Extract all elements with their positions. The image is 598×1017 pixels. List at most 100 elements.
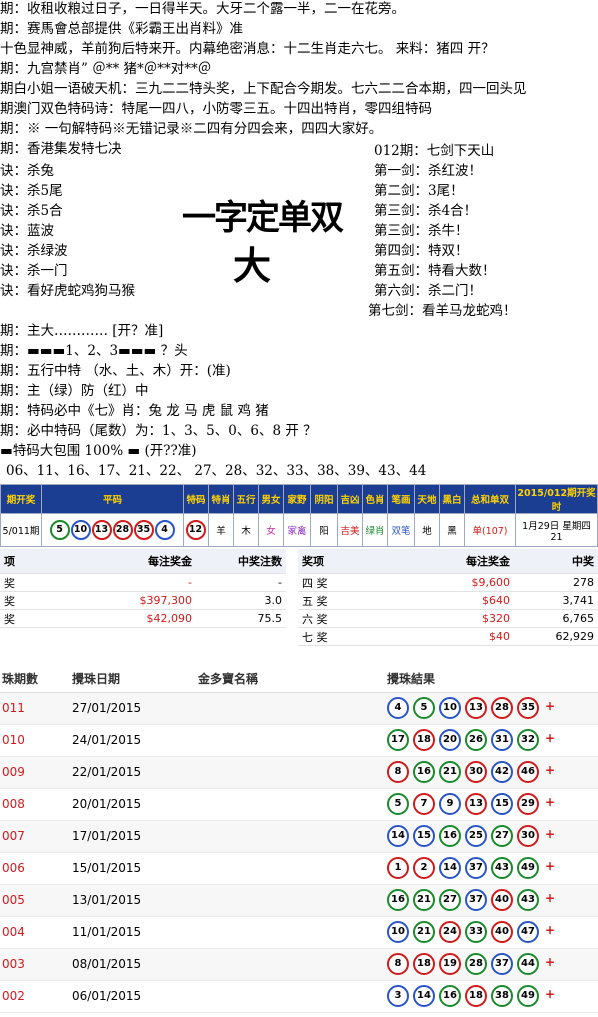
draw-ball: 10	[70, 520, 91, 540]
history-period[interactable]: 008	[2, 789, 25, 820]
th-tema: 特码	[183, 484, 209, 514]
plus-sign: +	[545, 891, 556, 905]
history-ball: 28	[465, 953, 487, 975]
history-header: 珠期數 攪珠日期 金多寶名稱 攪珠結果	[0, 666, 598, 693]
draw-val-jiaye: 家禽	[283, 513, 311, 547]
history-period[interactable]: 009	[2, 757, 25, 788]
history-ball: 43	[517, 889, 539, 911]
history-period[interactable]: 005	[2, 885, 25, 916]
special-ball: 12	[185, 520, 206, 540]
history-period[interactable]: 004	[2, 917, 25, 948]
history-period[interactable]: 002	[2, 981, 25, 1012]
prize-right-count: 3,741	[514, 591, 598, 610]
text-line-1: 期：收租收粮过日子，一日得半天。大牙二个露一半，二一在花旁。	[0, 1, 405, 17]
history-h-period: 珠期數	[2, 672, 39, 686]
history-ball: 32	[517, 729, 539, 751]
history-date: 11/01/2015	[72, 925, 142, 939]
history-period[interactable]: 010	[2, 725, 25, 756]
text-line-2: 期：赛馬會总部提供《彩霸王出肖料》准	[0, 21, 243, 37]
history-row: 006 15/01/2015 1 2 14 37 43 49 +	[0, 853, 598, 885]
history-ball: 26	[465, 729, 487, 751]
history-ball: 42	[491, 761, 513, 783]
prize-left-amount: $397,300	[78, 591, 196, 610]
draw-period: 5/011期	[0, 513, 42, 547]
history-ball: 49	[517, 857, 539, 879]
draw-ball: 4	[154, 520, 175, 540]
history-ball: 24	[439, 921, 461, 943]
prize-left-name: 奖	[0, 591, 78, 610]
jue-6: 诀：杀一门	[0, 263, 68, 279]
history-ball: 25	[465, 825, 487, 847]
history-ball: 16	[439, 985, 461, 1007]
history-ball: 20	[439, 729, 461, 751]
history-ball: 40	[491, 921, 513, 943]
history-balls: 3 14 16 18 38 49 +	[387, 985, 555, 1007]
th-tiandi: 天地	[414, 484, 440, 514]
history-balls: 16 21 27 37 40 43 +	[387, 889, 555, 911]
history-balls: 14 15 16 25 27 30 +	[387, 825, 555, 847]
prize-left-name: 奖	[0, 573, 78, 592]
history-ball: 44	[517, 953, 539, 975]
history-ball: 21	[413, 921, 435, 943]
text-line-7: 期：※ 一句解特码※无错记录※二四有分四会来，四四大家好。	[0, 121, 383, 137]
prize-right-h1: 每注奖金	[376, 549, 514, 574]
prize-right-h0: 奖项	[298, 549, 376, 574]
history-ball: 15	[491, 793, 513, 815]
history-ball: 13	[465, 697, 487, 719]
history-ball: 49	[517, 985, 539, 1007]
history-ball: 21	[439, 761, 461, 783]
history-ball: 27	[491, 825, 513, 847]
history-ball: 46	[517, 761, 539, 783]
history-balls: 1 2 14 37 43 49 +	[387, 857, 555, 879]
draw-result-table: 期开奖 平码 特码 特肖 五行 男女 家野 阴阳 吉凶 色肖 笔画 天地 黑白 …	[0, 484, 598, 547]
plus-sign: +	[545, 731, 556, 745]
history-balls: 10 21 24 33 40 47 +	[387, 921, 555, 943]
th-yinyang: 阴阳	[310, 484, 338, 514]
history-balls: 8 16 21 30 42 46 +	[387, 761, 555, 783]
history-ball: 8	[387, 953, 409, 975]
history-period[interactable]: 007	[2, 821, 25, 852]
draw-val-heibai: 黑	[439, 513, 465, 547]
history-ball: 40	[491, 889, 513, 911]
text-line-15: ▬特码大包围 100% ▬ (开??准)	[0, 443, 197, 459]
history-period[interactable]: 003	[2, 949, 25, 980]
plus-sign: +	[545, 827, 556, 841]
history-balls: 8 18 19 28 37 44 +	[387, 953, 555, 975]
history-date: 24/01/2015	[72, 733, 142, 747]
sword-5: 第五剑：特看大数！	[374, 263, 496, 279]
text-line-11: 期：五行中特 （水、土、木）开：(准)	[0, 363, 231, 379]
history-ball: 30	[517, 825, 539, 847]
history-date: 27/01/2015	[72, 701, 142, 715]
history-ball: 37	[465, 889, 487, 911]
th-jiaye: 家野	[283, 484, 311, 514]
text-line-4: 期：九宫禁肖” ＠** 猪*＠**对**＠	[0, 61, 212, 77]
jue-2: 诀：杀5尾	[0, 183, 63, 199]
plus-sign: +	[545, 987, 556, 1001]
th-jixiong: 吉凶	[337, 484, 363, 514]
text-line-14: 期：必中特码（尾数）为：1、3、5、0、6、8 开 ？	[0, 423, 317, 439]
history-row: 010 24/01/2015 17 18 20 26 31 32 +	[0, 725, 598, 757]
history-ball: 21	[413, 889, 435, 911]
history-ball: 7	[413, 793, 435, 815]
history-ball: 31	[491, 729, 513, 751]
th-heibai: 黑白	[439, 484, 465, 514]
history-row: 011 27/01/2015 4 5 10 13 28 35 +	[0, 693, 598, 725]
draw-ball: 35	[133, 520, 154, 540]
prize-right-name: 六 奖	[298, 609, 376, 628]
history-ball: 18	[413, 953, 435, 975]
history-date: 13/01/2015	[72, 893, 142, 907]
history-row: 008 20/01/2015 5 7 9 13 15 29 +	[0, 789, 598, 821]
history-period[interactable]: 006	[2, 853, 25, 884]
history-period[interactable]: 011	[2, 693, 25, 724]
text-line-8: 期：香港集发特七决	[0, 141, 122, 157]
history-ball: 14	[413, 985, 435, 1007]
prize-right-amount: $40	[376, 627, 514, 646]
jue-4: 诀：蓝波	[0, 223, 54, 239]
history-ball: 27	[439, 889, 461, 911]
th-time: 2015/012期开奖时	[515, 484, 598, 514]
history-date: 22/01/2015	[72, 765, 142, 779]
history-ball: 1	[387, 857, 409, 879]
prize-right-name: 五 奖	[298, 591, 376, 610]
history-ball: 37	[465, 857, 487, 879]
history-ball: 10	[387, 921, 409, 943]
